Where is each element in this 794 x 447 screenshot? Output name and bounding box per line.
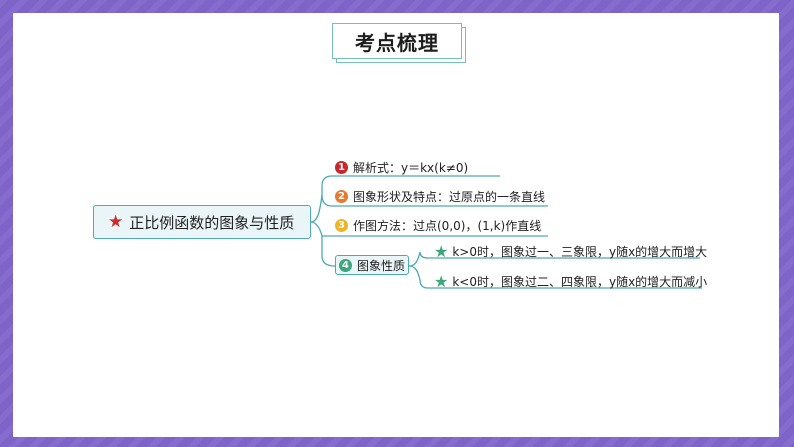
branch-1[interactable]: 1 解析式：y＝kx(k≠0): [335, 159, 468, 176]
child-2[interactable]: ★ k<0时，图象过二、四象限，y随x的增大而减小: [434, 272, 707, 291]
branch-4[interactable]: 4 图象性质: [335, 255, 409, 275]
branch-1-text: 解析式：y＝kx(k≠0): [353, 161, 469, 175]
branch-4-text: 图象性质: [357, 258, 406, 273]
root-node[interactable]: ★ 正比例函数的图象与性质: [93, 205, 311, 239]
branch-3[interactable]: 3 作图方法：过点(0,0)，(1,k)作直线: [335, 217, 541, 234]
child-1[interactable]: ★ k>0时，图象过一、三象限，y随x的增大而增大: [434, 242, 707, 261]
branch-3-text: 作图方法：过点(0,0)，(1,k)作直线: [353, 219, 542, 233]
branch-2[interactable]: 2 图象形状及特点：过原点的一条直线: [335, 188, 545, 205]
number-3-icon: 3: [335, 219, 348, 232]
child-1-text: k>0时，图象过一、三象限，y随x的增大而增大: [452, 245, 708, 259]
green-star-icon: ★: [434, 272, 449, 291]
child-2-text: k<0时，图象过二、四象限，y随x的增大而减小: [452, 275, 708, 289]
number-4-icon: 4: [339, 258, 352, 272]
connector-branch-4: [321, 236, 336, 267]
green-star-icon: ★: [434, 242, 449, 261]
branch-2-text: 图象形状及特点：过原点的一条直线: [353, 190, 546, 204]
number-2-icon: 2: [335, 190, 348, 203]
root-label: 正比例函数的图象与性质: [129, 213, 295, 232]
star-icon: ★: [108, 212, 124, 232]
number-1-icon: 1: [335, 161, 348, 174]
